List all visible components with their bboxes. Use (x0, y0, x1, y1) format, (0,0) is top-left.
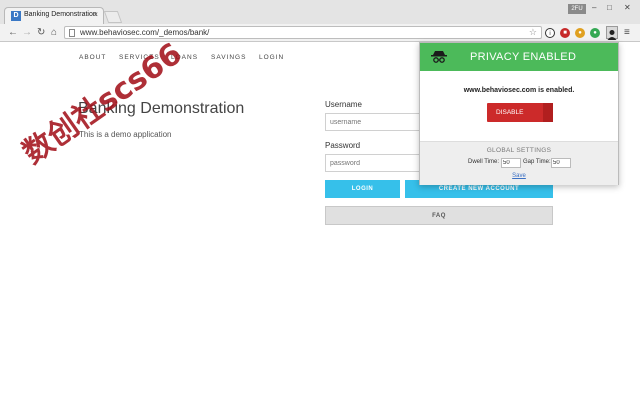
info-extension-icon[interactable]: i (545, 28, 555, 38)
domain-status: www.behaviosec.com is enabled. (463, 87, 575, 94)
home-icon[interactable]: ⌂ (51, 27, 57, 39)
spy-icon (431, 51, 447, 63)
popup-title: PRIVACY ENABLED (470, 51, 577, 63)
settings-title: GLOBAL SETTINGS (486, 147, 552, 154)
nav-savings[interactable]: SAVINGS (211, 54, 246, 61)
privacy-popup: PRIVACY ENABLED www.behaviosec.com is en… (419, 42, 619, 185)
new-tab-button[interactable] (103, 11, 123, 23)
stop-extension-icon[interactable]: ■ (560, 28, 570, 38)
browser-toolbar: ← → ↻ ⌂ www.behaviosec.com/_demos/bank/ … (0, 24, 640, 42)
window-close-icon[interactable]: ✕ (624, 3, 631, 12)
green-extension-icon[interactable]: ● (590, 28, 600, 38)
privacy-extension-icon[interactable] (606, 26, 618, 40)
browser-tab[interactable]: D Banking Demonstration × (4, 7, 104, 24)
minimize-icon[interactable]: – (592, 3, 596, 12)
password-label: Password (325, 141, 361, 150)
dwell-time-input[interactable] (501, 158, 521, 168)
menu-icon[interactable]: ≡ (624, 27, 630, 38)
maximize-icon[interactable]: □ (607, 3, 612, 12)
tag-extension-icon[interactable]: ● (575, 28, 585, 38)
back-icon[interactable]: ← (8, 27, 18, 39)
nav-login[interactable]: LOGIN (259, 54, 284, 61)
reload-icon[interactable]: ↻ (37, 27, 45, 39)
address-bar[interactable]: www.behaviosec.com/_demos/bank/ ☆ (64, 26, 542, 39)
dwell-label: Dwell Time: (468, 159, 500, 165)
bookmark-star-icon[interactable]: ☆ (529, 27, 537, 38)
page-icon (69, 29, 75, 37)
url-text: www.behaviosec.com/_demos/bank/ (80, 28, 210, 37)
popup-header: PRIVACY ENABLED (420, 43, 618, 71)
gap-time-input[interactable] (551, 158, 571, 168)
gap-label: Gap Time: (523, 159, 551, 165)
faq-button[interactable]: FAQ (325, 206, 553, 225)
forward-icon[interactable]: → (22, 27, 32, 39)
global-settings: GLOBAL SETTINGS Dwell Time: Gap Time: Sa… (420, 141, 618, 185)
tab-strip: D Banking Demonstration × 2FU – □ ✕ (0, 0, 640, 24)
nav-about[interactable]: ABOUT (79, 54, 106, 61)
username-input[interactable] (325, 113, 425, 131)
login-button[interactable]: LOGIN (325, 180, 400, 198)
favicon-icon: D (11, 11, 21, 21)
username-label: Username (325, 100, 362, 109)
tab-close-icon[interactable]: × (93, 10, 98, 19)
tab-title: Banking Demonstration (24, 11, 97, 18)
user-silhouette-icon (607, 30, 617, 40)
profile-badge[interactable]: 2FU (568, 4, 586, 14)
save-link[interactable]: Save (420, 173, 618, 179)
disable-button[interactable]: DISABLE (487, 103, 553, 122)
password-input[interactable] (325, 154, 425, 172)
